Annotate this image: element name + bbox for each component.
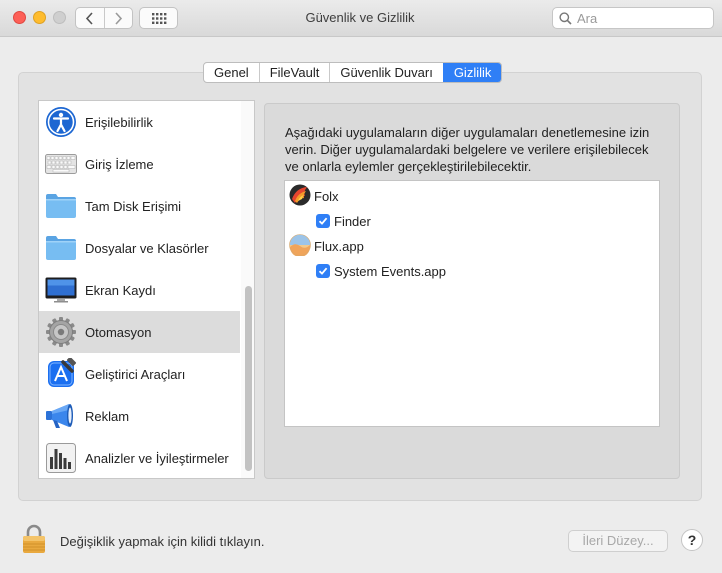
- sidebar-item-label: Ekran Kaydı: [85, 282, 156, 298]
- gear-icon: [43, 314, 79, 350]
- app-row-flux[interactable]: Flux.app: [289, 233, 364, 259]
- zoom-button[interactable]: [53, 11, 66, 24]
- sidebar-item-input-monitoring[interactable]: Giriş İzleme: [39, 143, 240, 185]
- lock-icon: [23, 524, 45, 553]
- sidebar-item-accessibility[interactable]: Erişilebilirlik: [39, 101, 240, 143]
- folder-icon: [43, 188, 79, 224]
- lock-hint-text: Değişiklik yapmak için kilidi tıklayın.: [60, 534, 265, 549]
- xcode-icon: [43, 356, 79, 392]
- tab-bar: Genel FileVault Güvenlik Duvarı Gizlilik: [203, 62, 503, 83]
- megaphone-icon: [43, 398, 79, 434]
- permission-label: Finder: [334, 213, 371, 229]
- advanced-button[interactable]: İleri Düzey...: [568, 530, 668, 552]
- tab-genel[interactable]: Genel: [204, 63, 259, 82]
- permission-label: System Events.app: [334, 263, 446, 279]
- forward-button[interactable]: [103, 8, 133, 28]
- accessibility-icon: [43, 104, 79, 140]
- bar-chart-icon: [43, 440, 79, 476]
- sidebar-item-analytics[interactable]: Analizler ve İyileştirmeler: [39, 437, 240, 478]
- window-title: Güvenlik ve Gizlilik: [305, 10, 415, 25]
- checkmark-icon: [318, 217, 328, 225]
- finder-checkbox[interactable]: [316, 214, 330, 228]
- app-name: Folx: [314, 188, 339, 204]
- sidebar-item-advertising[interactable]: Reklam: [39, 395, 240, 437]
- sidebar-item-label: Erişilebilirlik: [85, 114, 153, 130]
- sidebar-item-label: Giriş İzleme: [85, 156, 154, 172]
- scrollbar-thumb[interactable]: [245, 286, 252, 471]
- flux-app-icon: [289, 233, 311, 259]
- navigation-buttons: [75, 7, 133, 29]
- lock-button[interactable]: [22, 524, 46, 554]
- tab-guvenlik-duvari[interactable]: Güvenlik Duvarı: [329, 63, 442, 82]
- close-button[interactable]: [13, 11, 26, 24]
- sidebar-item-label: Reklam: [85, 408, 130, 424]
- app-name: Flux.app: [314, 238, 364, 254]
- folder-icon: [43, 230, 79, 266]
- sidebar-item-label: Dosyalar ve Klasörler: [85, 240, 209, 256]
- sidebar-item-screen-recording[interactable]: Ekran Kaydı: [39, 269, 240, 311]
- checkmark-icon: [318, 267, 328, 275]
- sidebar-item-files-and-folders[interactable]: Dosyalar ve Klasörler: [39, 227, 240, 269]
- minimize-button[interactable]: [33, 11, 46, 24]
- tab-filevault[interactable]: FileVault: [258, 63, 330, 82]
- grid-icon: [151, 12, 166, 24]
- app-row-folx[interactable]: Folx: [289, 184, 339, 208]
- back-button[interactable]: [76, 8, 104, 28]
- title-bar: Güvenlik ve Gizlilik: [0, 0, 722, 37]
- chevron-right-icon: [115, 11, 122, 25]
- permission-row-system-events[interactable]: System Events.app: [316, 259, 446, 283]
- search-field[interactable]: [552, 7, 714, 29]
- display-icon: [43, 272, 79, 308]
- sidebar-item-label: Analizler ve İyileştirmeler: [85, 450, 229, 466]
- sidebar-item-full-disk-access[interactable]: Tam Disk Erişimi: [39, 185, 240, 227]
- sidebar-scrollbar[interactable]: [241, 101, 254, 478]
- search-input[interactable]: [577, 10, 707, 26]
- automation-description: Aşağıdaki uygulamaların diğer uygulamala…: [285, 125, 650, 174]
- sidebar-item-label: Tam Disk Erişimi: [85, 198, 182, 214]
- folx-app-icon: [289, 184, 311, 209]
- system-events-checkbox[interactable]: [316, 264, 330, 278]
- sidebar-item-developer-tools[interactable]: Geliştirici Araçları: [39, 353, 240, 395]
- sidebar-item-label: Geliştirici Araçları: [85, 366, 186, 382]
- permission-row-finder[interactable]: Finder: [316, 209, 371, 233]
- tab-gizlilik[interactable]: Gizlilik: [442, 63, 502, 82]
- help-button[interactable]: ?: [681, 529, 703, 551]
- chevron-left-icon: [86, 11, 93, 25]
- automation-app-list: Folx Finder Flux.app System Events.app: [284, 180, 660, 427]
- privacy-category-list: Erişilebilirlik Giriş İzleme Tam Disk Er…: [38, 100, 255, 479]
- show-all-button[interactable]: [139, 7, 178, 29]
- sidebar-item-label: Otomasyon: [85, 324, 152, 340]
- sidebar-item-automation[interactable]: Otomasyon: [39, 311, 240, 353]
- keyboard-icon: [43, 146, 79, 182]
- search-icon: [559, 11, 572, 25]
